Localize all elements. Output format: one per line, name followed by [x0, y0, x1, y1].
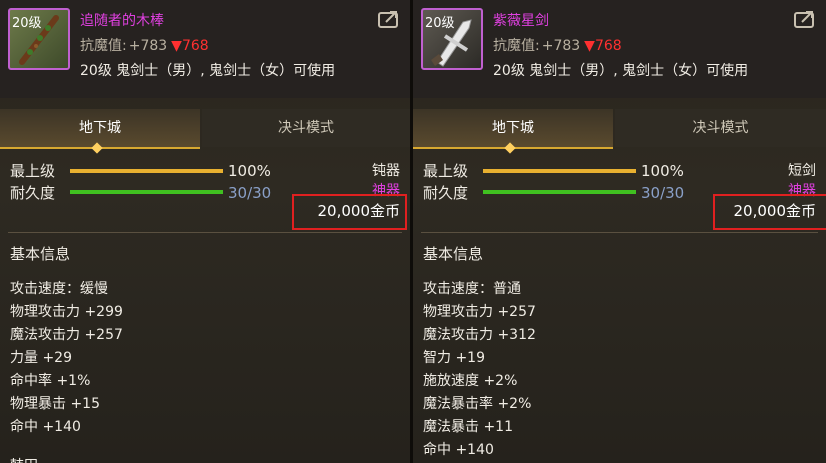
level-badge: 20级: [12, 16, 42, 31]
magic-resist-drop: ▼768: [584, 38, 622, 54]
attribute-item: 施放速度 +2%: [423, 373, 518, 389]
durability-label: 耐久度: [10, 184, 56, 202]
share-icon[interactable]: [378, 10, 400, 28]
magic-resist-plus: +783: [128, 38, 168, 54]
item-name: 追随者的木棒: [80, 13, 164, 29]
attribute-item: 魔法攻击力 +257: [10, 327, 123, 343]
max-grade-bar: [483, 169, 636, 173]
attribute-item: 魔法暴击 +11: [423, 419, 513, 435]
magic-resist-row: 抗魔值: +783 ▼768: [493, 35, 622, 55]
mode-tabs: 地下城 决斗模式: [413, 109, 826, 154]
usable-by-text: 20级 鬼剑士（男）, 鬼剑士（女）可使用: [80, 63, 336, 79]
max-grade-label: 最上级: [10, 162, 56, 180]
durability-value: 30/30: [228, 184, 272, 202]
item-tooltip-left: 20级 追随者的木棒 抗魔值: +783 ▼768 20级 鬼剑士（男）, 鬼剑士（…: [0, 0, 410, 463]
section-title: 基本信息: [423, 245, 484, 263]
attribute-item: 魔法攻击力 +312: [423, 327, 536, 343]
durability-bar: [70, 190, 223, 194]
price-highlight-box: [713, 194, 826, 230]
attribute-item: 魔法暴击率 +2%: [423, 396, 532, 412]
attribute-item: 攻击速度：缓慢: [10, 281, 108, 297]
divider: [8, 232, 402, 233]
usable-by-text: 20级 鬼剑士（男）, 鬼剑士（女）可使用: [493, 63, 749, 79]
weapon-type: 短剑: [788, 163, 816, 179]
item-name: 紫薇星剑: [493, 13, 549, 29]
attribute-item: 智力 +19: [423, 350, 485, 366]
item-icon-frame[interactable]: 20级: [8, 8, 70, 70]
durability-label: 耐久度: [423, 184, 469, 202]
max-grade-value: 100%: [228, 162, 271, 180]
tab-dungeon[interactable]: 地下城: [413, 109, 613, 149]
item-icon-frame[interactable]: 20级: [421, 8, 483, 70]
tab-duel-mode[interactable]: 决斗模式: [202, 109, 410, 147]
attribute-item: 命中率 +1%: [10, 373, 91, 389]
durability-bar: [483, 190, 636, 194]
tab-duel-mode[interactable]: 决斗模式: [615, 109, 826, 147]
price-highlight-box: [292, 194, 407, 230]
tooltip-header: 20级 紫薇星剑 抗魔值: +783 ▼768 20级 鬼剑士（男）, 鬼剑士（女）…: [413, 0, 826, 98]
max-grade-value: 100%: [641, 162, 684, 180]
section-title: 基本信息: [10, 245, 71, 263]
attribute-item: 力量 +29: [10, 350, 72, 366]
cut-off-text: 韩田: [10, 455, 38, 463]
attribute-list: 攻击速度：普通 物理攻击力 +257 魔法攻击力 +312 智力 +19 施放速度 +2…: [423, 278, 536, 462]
attribute-item: 命中 +140: [423, 442, 494, 458]
attribute-list: 攻击速度：缓慢 物理攻击力 +299 魔法攻击力 +257 力量 +29 命中率 +1%…: [10, 278, 123, 439]
attribute-item: 物理攻击力 +299: [10, 304, 123, 320]
attribute-item: 物理攻击力 +257: [423, 304, 536, 320]
attribute-item: 攻击速度：普通: [423, 281, 521, 297]
attribute-item: 物理暴击 +15: [10, 396, 100, 412]
tooltip-header: 20级 追随者的木棒 抗魔值: +783 ▼768 20级 鬼剑士（男）, 鬼剑士（…: [0, 0, 410, 98]
divider: [421, 232, 818, 233]
max-grade-label: 最上级: [423, 162, 469, 180]
magic-resist-row: 抗魔值: +783 ▼768: [80, 35, 209, 55]
mode-tabs: 地下城 决斗模式: [0, 109, 410, 154]
share-icon[interactable]: [794, 10, 816, 28]
magic-resist-drop: ▼768: [171, 38, 209, 54]
magic-resist-label: 抗魔值:: [80, 38, 127, 54]
attribute-item: 命中 +140: [10, 419, 81, 435]
magic-resist-plus: +783: [541, 38, 581, 54]
weapon-type: 钝器: [372, 163, 400, 179]
durability-value: 30/30: [641, 184, 685, 202]
item-tooltip-right: 20级 紫薇星剑 抗魔值: +783 ▼768 20级 鬼剑士（男）, 鬼剑士（女）…: [413, 0, 826, 463]
magic-resist-label: 抗魔值:: [493, 38, 540, 54]
tab-dungeon[interactable]: 地下城: [0, 109, 200, 149]
level-badge: 20级: [425, 16, 455, 31]
max-grade-bar: [70, 169, 223, 173]
